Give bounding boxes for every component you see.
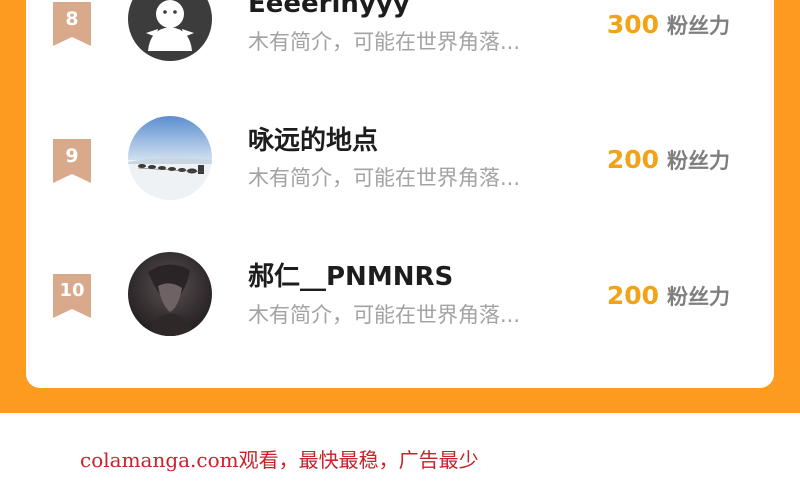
avatar[interactable] xyxy=(128,0,212,61)
user-bio: 木有简介，可能在世界角落... xyxy=(248,303,521,327)
fans-count: 200 xyxy=(606,281,659,310)
avatar[interactable] xyxy=(128,116,212,200)
user-name[interactable]: 咏远的地点 xyxy=(248,125,378,157)
rank-number: 9 xyxy=(65,145,79,167)
user-name[interactable]: Eeeerinyyy xyxy=(248,0,410,20)
list-item[interactable]: 9 咏远的地点 木有简介，可能在世界角落... 200 粉丝力 xyxy=(0,105,800,205)
user-bio: 木有简介，可能在世界角落... xyxy=(248,30,521,54)
dark-character-photo-icon xyxy=(128,252,212,336)
rank-number: 10 xyxy=(59,280,85,301)
fans-power: 300 粉丝力 xyxy=(607,9,730,44)
rank-badge: 9 xyxy=(53,139,91,183)
fans-label: 粉丝力 xyxy=(667,149,730,173)
user-name[interactable]: 郝仁__PNMNRS xyxy=(248,261,453,293)
user-bio: 木有简介，可能在世界角落... xyxy=(248,166,521,190)
rank-badge: 8 xyxy=(53,2,91,46)
site-watermark: colamanga.com观看，最快最稳，广告最少 xyxy=(80,448,479,472)
fans-label: 粉丝力 xyxy=(667,14,730,38)
rank-badge: 10 xyxy=(53,274,91,318)
fans-power: 200 粉丝力 xyxy=(607,280,730,315)
fans-label: 粉丝力 xyxy=(667,285,730,309)
list-item[interactable]: 8 Eeeerinyyy 木有简介，可能在世界角落... 300 粉丝力 xyxy=(0,0,800,68)
rank-number: 8 xyxy=(65,8,79,30)
avatar[interactable] xyxy=(128,252,212,336)
fans-power: 200 粉丝力 xyxy=(607,144,730,179)
default-ghost-avatar-icon xyxy=(146,0,194,51)
fans-count: 300 xyxy=(606,10,659,39)
fans-count: 200 xyxy=(606,145,659,174)
sled-dogs-photo-icon xyxy=(128,116,212,200)
list-item[interactable]: 10 郝仁__PNMNRS 木有简介，可能在世界角落... 200 粉丝力 xyxy=(0,241,800,341)
